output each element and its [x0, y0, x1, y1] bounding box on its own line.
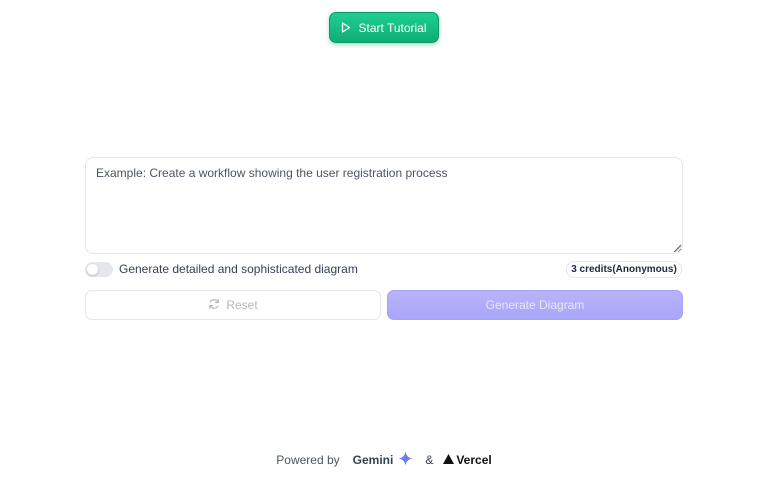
play-icon [341, 22, 351, 33]
vercel-triangle-icon [443, 453, 455, 467]
start-tutorial-label: Start Tutorial [358, 20, 427, 35]
generate-diagram-label: Generate Diagram [485, 298, 585, 312]
detailed-diagram-toggle[interactable] [85, 262, 113, 277]
start-tutorial-button[interactable]: Start Tutorial [329, 12, 439, 43]
powered-by-text: Powered by [276, 453, 340, 467]
credits-badge: 3 credits(Anonymous) [566, 261, 682, 278]
reset-label: Reset [226, 298, 258, 312]
footer: Powered by Gemini & Vercel [0, 450, 768, 470]
ampersand: & [425, 453, 434, 467]
diagram-prompt-input[interactable] [85, 157, 683, 254]
reset-button[interactable]: Reset [85, 290, 381, 320]
refresh-icon [208, 298, 220, 313]
generate-diagram-button[interactable]: Generate Diagram [387, 290, 683, 320]
vercel-label: Vercel [456, 453, 492, 467]
credits-label: 3 credits(Anonymous) [571, 264, 677, 275]
toggle-knob [87, 264, 98, 275]
detailed-diagram-label: Generate detailed and sophisticated diag… [119, 262, 358, 276]
gemini-label: Gemini [352, 453, 394, 467]
gemini-sparkle-icon [398, 451, 413, 469]
